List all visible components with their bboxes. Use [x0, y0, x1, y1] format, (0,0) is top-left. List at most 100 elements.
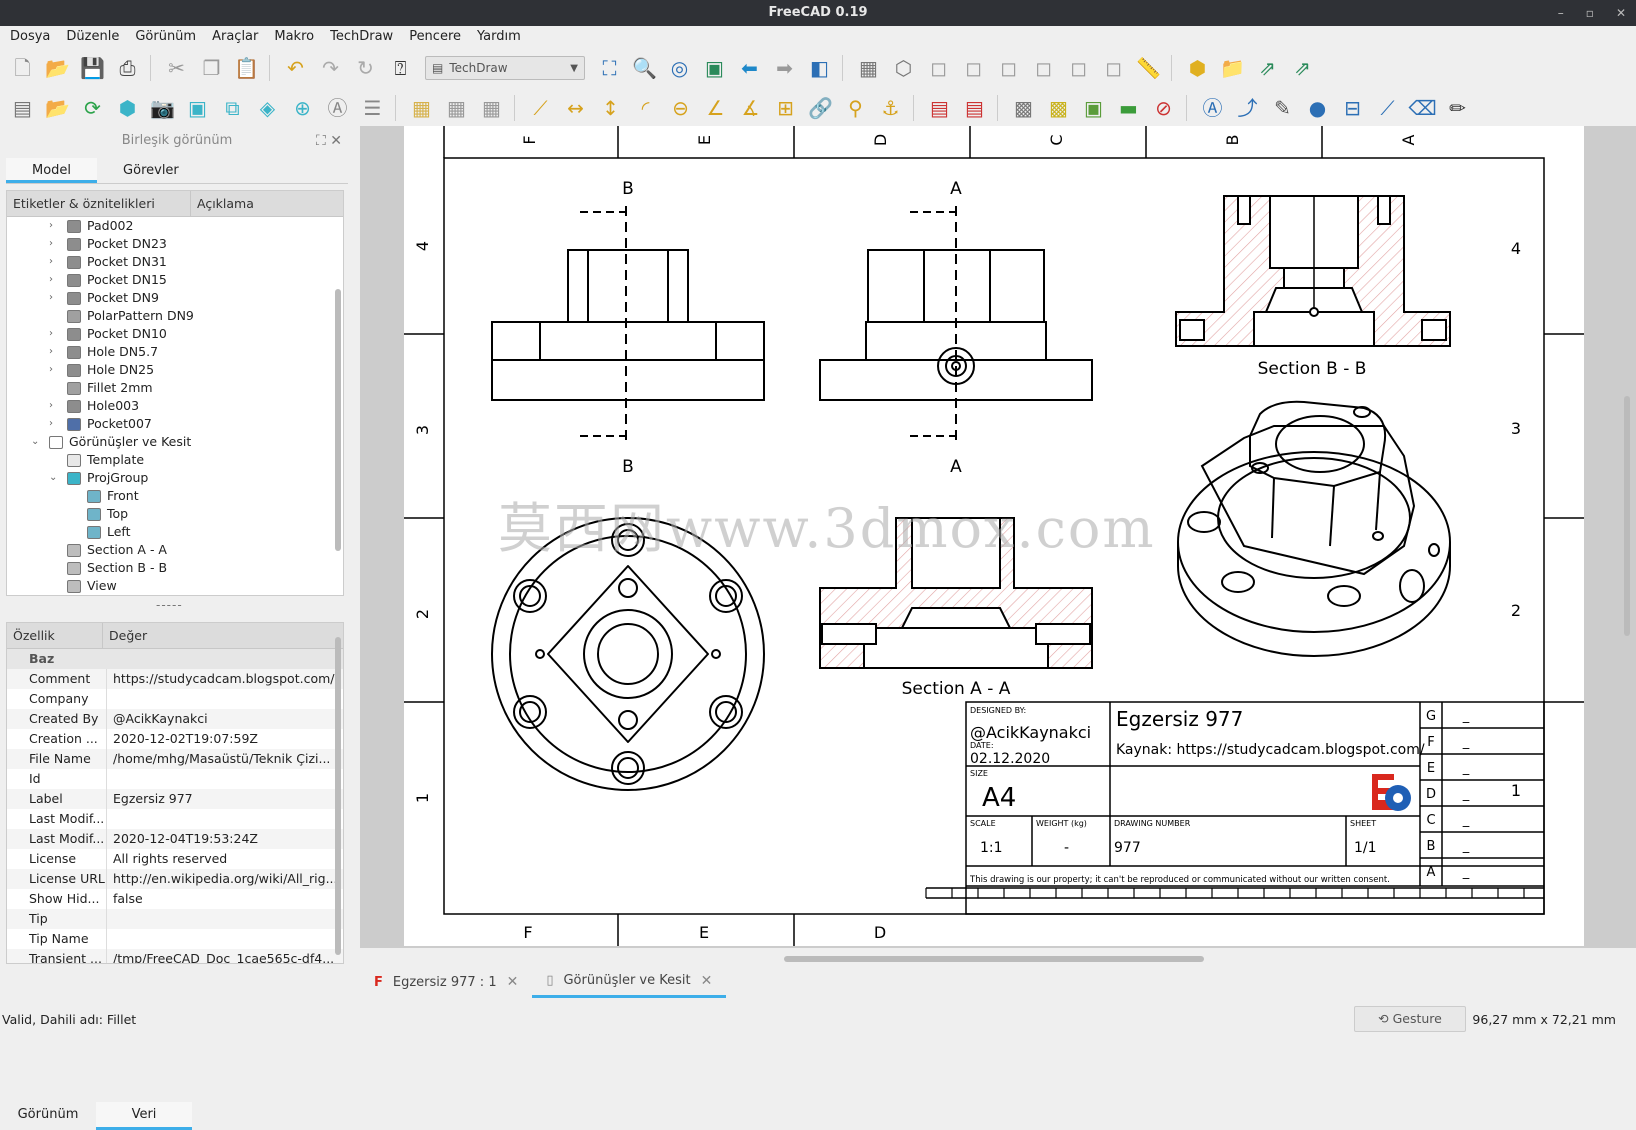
property-value[interactable] [107, 929, 343, 949]
link-actions-icon[interactable]: ⇗ [1286, 52, 1319, 84]
annotation-icon[interactable]: Ⓐ [1196, 92, 1229, 124]
tree-scrollbar[interactable] [335, 289, 341, 551]
expand-arrow-icon[interactable]: ⌄ [49, 469, 57, 487]
link-dimension-icon[interactable]: 🔗 [804, 92, 837, 124]
horizontal-dimension-icon[interactable]: ↔ [559, 92, 592, 124]
float-icon[interactable]: ⛶ [316, 133, 326, 149]
section-view-icon[interactable]: ◈ [251, 92, 284, 124]
centerline-icon[interactable]: ⊟ [1336, 92, 1369, 124]
detail-view-icon[interactable]: ⊕ [286, 92, 319, 124]
tree-item[interactable]: › Pocket007 [7, 415, 343, 433]
new-document-icon[interactable]: 🗋 [6, 52, 39, 84]
tree-item[interactable]: › Pocket DN10 [7, 325, 343, 343]
workbench-selector[interactable]: ▤ TechDraw ▼ [425, 56, 585, 80]
print-icon[interactable]: ⎙ [111, 52, 144, 84]
tree-item[interactable]: › Hole DN25 [7, 361, 343, 379]
property-value[interactable]: All rights reserved [107, 849, 343, 869]
prop-col-property[interactable]: Özellik [7, 623, 103, 648]
property-row[interactable]: Creation ... 2020-12-02T19:07:59Z [7, 729, 343, 749]
expand-arrow-icon[interactable]: › [49, 361, 53, 379]
property-scrollbar[interactable] [335, 637, 341, 955]
top-view-icon[interactable]: ◻ [957, 52, 990, 84]
symbol-icon[interactable]: ▣ [1077, 92, 1110, 124]
tree-item[interactable]: Section B - B [7, 559, 343, 577]
front-view-icon[interactable]: ◻ [922, 52, 955, 84]
rear-view-icon[interactable]: ◻ [1027, 52, 1060, 84]
cosmetic-eraser-icon[interactable]: ⌫ [1406, 92, 1439, 124]
property-value[interactable]: /home/mhg/Masaüstü/Teknik Çizi... [107, 749, 343, 769]
property-value[interactable]: https://studycadcam.blogspot.com/ [107, 669, 343, 689]
expand-arrow-icon[interactable]: › [49, 415, 53, 433]
tab-veri[interactable]: Veri [96, 1102, 192, 1130]
side-view[interactable] [819, 206, 1093, 440]
insert-image-icon[interactable]: ▣ [181, 92, 214, 124]
cosmetic-vertex-icon[interactable]: ● [1301, 92, 1334, 124]
doc-tab-drawing[interactable]: ▯ Görünüşler ve Kesit ✕ [532, 966, 727, 998]
fit-all-icon[interactable]: ⛶ [593, 52, 626, 84]
group-icon[interactable]: 📁 [1216, 52, 1249, 84]
property-value[interactable]: http://en.wikipedia.org/wiki/All_rig... [107, 869, 343, 889]
drawing-vscroll[interactable] [1624, 396, 1630, 636]
menu-gorunum[interactable]: Görünüm [129, 26, 202, 48]
clip-add-icon[interactable]: ▦ [440, 92, 473, 124]
property-row[interactable]: Show Hid... false [7, 889, 343, 909]
tree-item[interactable]: Front [7, 487, 343, 505]
tree-item[interactable]: Section A - A [7, 541, 343, 559]
menu-techdraw[interactable]: TechDraw [324, 26, 399, 48]
save-icon[interactable]: 💾 [76, 52, 109, 84]
tree-item[interactable]: Template [7, 451, 343, 469]
tree-col-description[interactable]: Açıklama [191, 191, 254, 216]
diameter-dimension-icon[interactable]: ⊖ [664, 92, 697, 124]
tree-item[interactable]: › Pocket DN9 [7, 289, 343, 307]
right-view-icon[interactable]: ◻ [992, 52, 1025, 84]
tree-item[interactable]: › Hole003 [7, 397, 343, 415]
menu-dosya[interactable]: Dosya [4, 26, 56, 48]
property-value[interactable] [107, 909, 343, 929]
image-icon[interactable]: ▬ [1112, 92, 1145, 124]
property-row[interactable]: Label Egzersiz 977 [7, 789, 343, 809]
menu-yardim[interactable]: Yardım [471, 26, 527, 48]
property-row[interactable]: Id [7, 769, 343, 789]
paste-icon[interactable]: 📋 [230, 52, 263, 84]
tree-item[interactable]: › Pocket DN15 [7, 271, 343, 289]
front-view[interactable] [491, 206, 765, 440]
property-group[interactable]: Baz [7, 649, 343, 669]
open-icon[interactable]: 📂 [41, 52, 74, 84]
property-row[interactable]: License All rights reserved [7, 849, 343, 869]
balloon-icon[interactable]: ⚲ [839, 92, 872, 124]
open-template-icon[interactable]: 📂 [41, 92, 74, 124]
panel-splitter[interactable]: ----- [156, 598, 183, 612]
tree-item[interactable]: ⌄ ProjGroup [7, 469, 343, 487]
bottom-view-icon[interactable]: ◻ [1062, 52, 1095, 84]
cosmetic-line-icon[interactable]: ⟋ [1371, 92, 1404, 124]
refresh-icon[interactable]: ↻ [349, 52, 382, 84]
undo-icon[interactable]: ↶ [279, 52, 312, 84]
geom-hatch-icon[interactable]: ▩ [1042, 92, 1075, 124]
property-row[interactable]: File Name/home/mhg/Masaüstü/Teknik Çizi.… [7, 749, 343, 769]
property-row[interactable]: Transient .../tmp/FreeCAD_Doc_1cae565c-d… [7, 949, 343, 963]
active-view-icon[interactable]: 📷 [146, 92, 179, 124]
expand-arrow-icon[interactable]: › [49, 253, 53, 271]
prop-col-value[interactable]: Değer [103, 623, 147, 648]
tree-item[interactable]: Fillet 2mm [7, 379, 343, 397]
angle3pt-dimension-icon[interactable]: ∡ [734, 92, 767, 124]
property-value[interactable] [107, 769, 343, 789]
maximize-icon[interactable]: ▫ [1586, 0, 1594, 26]
bounding-box-icon[interactable]: ▣ [698, 52, 731, 84]
copy-icon[interactable]: ❐ [195, 52, 228, 84]
tree-item[interactable]: › Pocket DN31 [7, 253, 343, 271]
doc-tab-part[interactable]: F Egzersiz 977 : 1 ✕ [360, 966, 532, 998]
tree-item[interactable]: › Pad002 [7, 217, 343, 235]
menu-makro[interactable]: Makro [268, 26, 320, 48]
close-tab-icon[interactable]: ✕ [507, 974, 519, 990]
property-row[interactable]: License URL http://en.wikipedia.org/wiki/… [7, 869, 343, 889]
tree-item[interactable]: › Hole DN5.7 [7, 343, 343, 361]
drawing-hscroll[interactable] [784, 956, 1204, 962]
export-dxf-icon[interactable]: ▤ [958, 92, 991, 124]
property-value[interactable] [107, 689, 343, 709]
property-row[interactable]: Created By @AcikKaynakci [7, 709, 343, 729]
property-row[interactable]: Company [7, 689, 343, 709]
draw-style-icon[interactable]: ◎ [663, 52, 696, 84]
tree-item[interactable]: ⌄ Görünüşler ve Kesit [7, 433, 343, 451]
forward-icon[interactable]: ➡ [768, 52, 801, 84]
